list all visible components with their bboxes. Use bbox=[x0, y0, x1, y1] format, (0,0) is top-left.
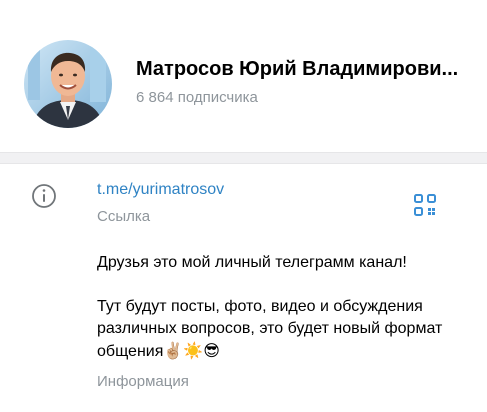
description-caption: Информация bbox=[97, 373, 189, 390]
qr-code-icon[interactable] bbox=[412, 192, 438, 218]
info-icon bbox=[31, 183, 57, 209]
channel-header: Матросов Юрий Владимирови... 6 864 подпи… bbox=[0, 0, 487, 152]
description-paragraph: Тут будут посты, фото, видео и обсуждени… bbox=[97, 296, 467, 363]
description-text: Тут будут посты, фото, видео и обсуждени… bbox=[97, 298, 443, 360]
channel-link[interactable]: t.me/yurimatrosov bbox=[97, 181, 224, 199]
avatar[interactable] bbox=[24, 40, 112, 128]
channel-name: Матросов Юрий Владимирови... bbox=[136, 58, 459, 80]
description-line: Друзья это мой личный телеграмм канал! bbox=[97, 254, 407, 271]
avatar-image bbox=[24, 40, 112, 128]
link-caption: Ссылка bbox=[97, 208, 151, 225]
emoji-group: ✌🏼☀️😎 bbox=[163, 341, 220, 360]
subscriber-count: 6 864 подписчика bbox=[136, 89, 258, 106]
channel-description: Друзья это мой личный телеграмм канал! Т… bbox=[97, 252, 467, 363]
section-divider bbox=[0, 152, 487, 164]
